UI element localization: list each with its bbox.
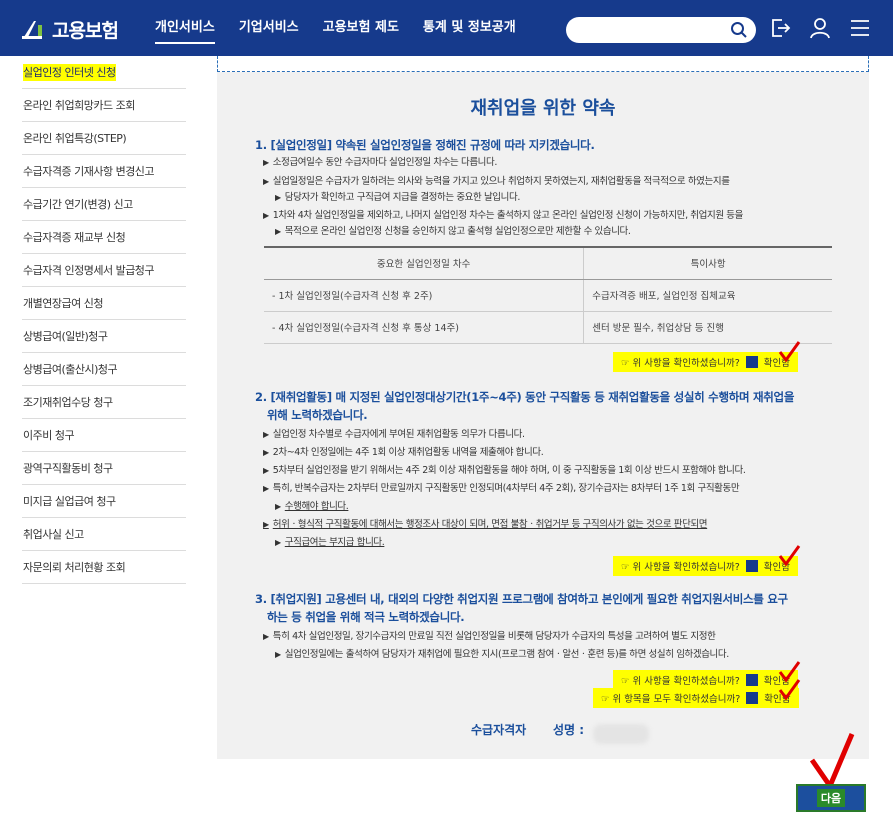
section-2-bullet: 실업인정 차수별로 수급자에게 부여된 재취업활동 의무가 다릅니다. — [263, 426, 525, 444]
confirm-row-1: ☞ 위 사항을 확인하셨습니까? 확인함 — [613, 352, 798, 372]
sidebar-item[interactable]: 이주비 청구 — [22, 419, 186, 452]
sidebar: 실업인정 인터넷 신청 온라인 취업희망카드 조회 온라인 취업특강(STEP)… — [22, 56, 186, 584]
section-2-bullet-cont: 수행해야 합니다. — [263, 498, 349, 516]
sidebar-item[interactable]: 광역구직활동비 청구 — [22, 452, 186, 485]
sidebar-item[interactable]: 상병급여(출산시)청구 — [22, 353, 186, 386]
confirm-highlight: ☞ 위 항목을 모두 확인하셨습니까? 확인함 — [593, 688, 799, 708]
confirm-highlight: ☞ 위 사항을 확인하셨습니까? 확인함 — [613, 352, 798, 372]
sidebar-item[interactable]: 취업사실 신고 — [22, 518, 186, 551]
page-title: 재취업을 위한 약속 — [470, 98, 616, 119]
confirm-all-question: ☞ 위 항목을 모두 확인하셨습니까? — [601, 694, 741, 705]
panel-top-border — [217, 56, 869, 72]
sidebar-item[interactable]: 자문의뢰 처리현황 조회 — [22, 551, 186, 584]
signature-label: 수급자격자 — [471, 723, 527, 737]
section-2-bullet: 특히, 반복수급자는 2차부터 만료일까지 구직활동만 인정되며(4차부터 4주… — [263, 480, 740, 498]
table-header: 중요한 실업인정일 차수 — [264, 246, 584, 280]
nav-stats[interactable]: 통계 및 정보공개 — [423, 0, 516, 56]
logout-icon[interactable] — [768, 16, 792, 40]
user-icon[interactable] — [808, 16, 832, 40]
sidebar-item[interactable]: 수급자격 인정명세서 발급청구 — [22, 254, 186, 287]
sidebar-item[interactable]: 수급자격증 기재사항 변경신고 — [22, 155, 186, 188]
confirm-all-checkbox[interactable] — [746, 692, 759, 704]
sidebar-item[interactable]: 상병급여(일반)청구 — [22, 320, 186, 353]
table-cell: - 4차 실업인정일(수급자격 신청 후 통상 14주) — [264, 311, 584, 344]
sidebar-item[interactable]: 미지급 실업급여 청구 — [22, 485, 186, 518]
logo-mark-icon — [22, 21, 42, 39]
signature-name-label: 성명 : — [553, 723, 585, 737]
section-2-bullet: 5차부터 실업인정을 받기 위해서는 4주 2회 이상 재취업활동을 해야 하며… — [263, 462, 746, 480]
table-row: - 1차 실업인정일(수급자격 신청 후 2주) 수급자격증 배포, 실업인정 … — [264, 279, 832, 312]
confirm-question: ☞ 위 사항을 확인하셨습니까? — [621, 358, 740, 369]
confirm-highlight: ☞ 위 사항을 확인하셨습니까? 확인함 — [613, 670, 798, 690]
section-3-bullet-cont: 실업인정일에는 출석하여 담당자가 재취업에 필요한 지시(프로그램 참여ㆍ알선… — [263, 646, 729, 664]
annotation-checkmark-icon — [809, 733, 855, 790]
table-cell: - 1차 실업인정일(수급자격 신청 후 2주) — [264, 279, 584, 312]
top-header: 고용보험 개인서비스 기업서비스 고용보험 제도 통계 및 정보공개 — [0, 0, 893, 56]
section-2-bullet: 2차~4차 인정일에는 4주 1회 이상 재취업활동 내역을 제출해야 합니다. — [263, 444, 544, 462]
confirm-question: ☞ 위 사항을 확인하셨습니까? — [621, 562, 740, 573]
sidebar-item-internet-apply[interactable]: 실업인정 인터넷 신청 — [22, 56, 186, 89]
important-dates-table: 중요한 실업인정일 차수 특이사항 - 1차 실업인정일(수급자격 신청 후 2… — [264, 246, 832, 344]
logo[interactable]: 고용보험 — [20, 15, 119, 43]
confirm-all-row: ☞ 위 항목을 모두 확인하셨습니까? 확인함 — [593, 688, 799, 708]
nav-business[interactable]: 기업서비스 — [239, 0, 299, 56]
section-2-heading: 2. [재취업활동] 매 지정된 실업인정대상기간(1주~4주) 동안 구직활동… — [255, 390, 795, 404]
section-2-heading-cont: 위해 노력하겠습니다. — [267, 408, 368, 422]
confirm-checkbox-3[interactable] — [745, 674, 758, 686]
nav-personal[interactable]: 개인서비스 — [155, 0, 215, 56]
table-row: - 4차 실업인정일(수급자격 신청 후 통상 14주) 센터 방문 필수, 취… — [264, 311, 832, 344]
sidebar-item[interactable]: 개별연장급여 신청 — [22, 287, 186, 320]
confirm-highlight: ☞ 위 사항을 확인하셨습니까? 확인함 — [613, 556, 798, 576]
main-nav: 개인서비스 기업서비스 고용보험 제도 통계 및 정보공개 — [155, 0, 540, 56]
checkmark-icon — [778, 679, 801, 701]
logo-text: 고용보험 — [52, 19, 119, 42]
table-cell: 수급자격증 배포, 실업인정 집체교육 — [583, 279, 832, 312]
nav-system[interactable]: 고용보험 제도 — [323, 0, 399, 56]
sidebar-item[interactable]: 수급기간 연기(변경) 신고 — [22, 188, 186, 221]
search-icon[interactable] — [730, 21, 748, 39]
section-1-heading: 1. [실업인정일] 약속된 실업인정일을 정해진 규정에 따라 지키겠습니다. — [255, 138, 595, 152]
section-1-bullet-cont: 담당자가 확인하고 구직급여 지급을 결정하는 중요한 날입니다. — [263, 189, 521, 207]
sidebar-item[interactable]: 조기재취업수당 청구 — [22, 386, 186, 419]
confirm-question: ☞ 위 사항을 확인하셨습니까? — [621, 676, 740, 687]
agreement-panel: 재취업을 위한 약속 1. [실업인정일] 약속된 실업인정일을 정해진 규정에… — [217, 56, 869, 759]
section-3-bullet: 특히 4차 실업인정일, 장기수급자의 만료일 직전 실업인정일을 비롯해 담당… — [263, 628, 716, 646]
section-2-bullet-cont: 구직급여는 부지급 합니다. — [263, 534, 385, 552]
redacted-name — [593, 724, 649, 744]
section-3-heading-cont: 하는 등 취업을 위해 적극 노력하겠습니다. — [267, 610, 465, 624]
confirm-checkbox-2[interactable] — [745, 560, 758, 572]
checkmark-icon — [778, 341, 801, 363]
table-cell: 센터 방문 필수, 취업상담 등 진행 — [583, 311, 832, 344]
sidebar-item[interactable]: 온라인 취업특강(STEP) — [22, 122, 186, 155]
section-3-heading: 3. [취업지원] 고용센터 내, 대외의 다양한 취업지원 프로그램에 참여하… — [255, 592, 788, 606]
section-1-bullet: 소정급여일수 동안 수급자마다 실업인정일 차수는 다릅니다. — [263, 154, 498, 172]
menu-icon[interactable] — [848, 16, 872, 40]
confirm-row-2: ☞ 위 사항을 확인하셨습니까? 확인함 — [613, 556, 798, 576]
confirm-checkbox-1[interactable] — [745, 356, 758, 368]
confirm-row-3: ☞ 위 사항을 확인하셨습니까? 확인함 — [613, 670, 798, 690]
checkmark-icon — [778, 545, 801, 567]
next-button[interactable]: 다음 — [796, 784, 866, 812]
section-1-bullet-cont: 목적으로 온라인 실업인정 신청을 승인하지 않고 출석형 실업인정으로만 제한… — [263, 223, 631, 241]
sidebar-item[interactable]: 온라인 취업희망카드 조회 — [22, 89, 186, 122]
sidebar-item[interactable]: 수급자격증 재교부 신청 — [22, 221, 186, 254]
search-input[interactable] — [566, 17, 756, 43]
section-2-bullet: 허위ㆍ형식적 구직활동에 대해서는 행정조사 대상이 되며, 면접 불참ㆍ취업거… — [263, 516, 708, 534]
table-header: 특이사항 — [583, 246, 832, 280]
